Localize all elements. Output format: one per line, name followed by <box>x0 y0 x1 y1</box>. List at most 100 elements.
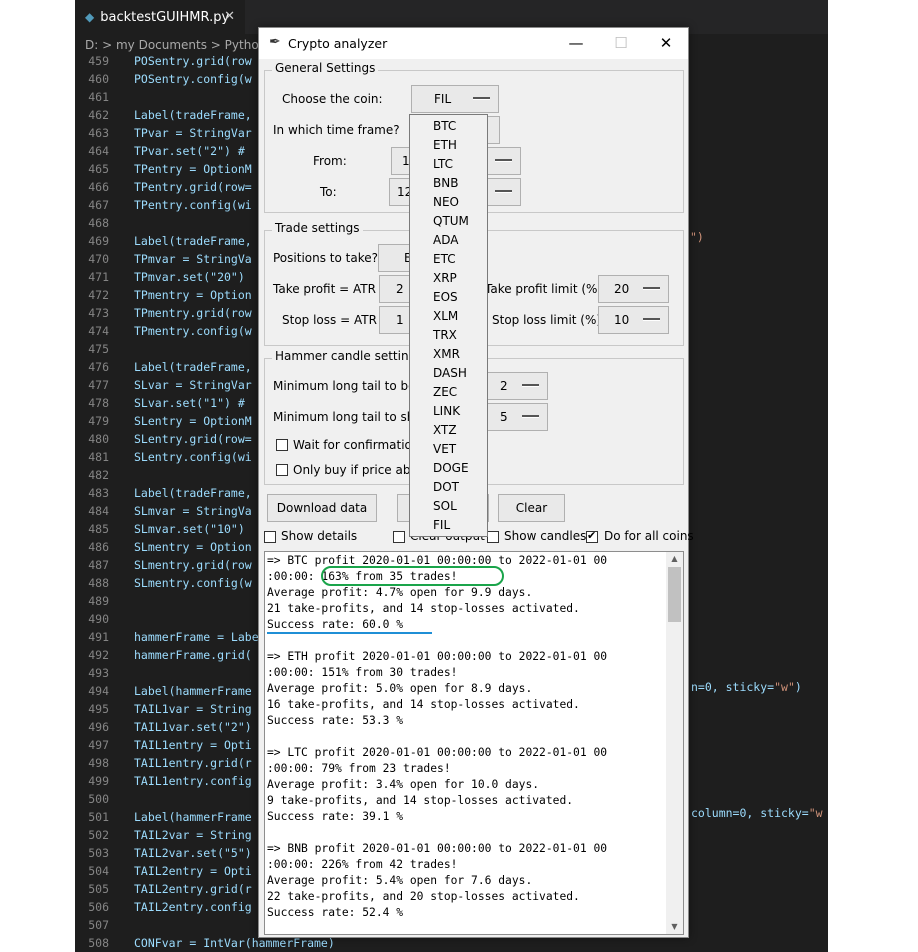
code-text: Label(tradeFrame, <box>134 486 252 500</box>
tail-short-select[interactable]: 5 <box>487 403 548 431</box>
code-text: SLmvar.set("10") <box>134 522 245 536</box>
coin-menu-item[interactable]: XTZ <box>410 421 487 440</box>
positions-select[interactable]: B <box>378 244 412 272</box>
coin-menu-item[interactable]: ETH <box>410 136 487 155</box>
line-number: 476 <box>88 360 109 374</box>
output-line: Success rate: 53.3 % <box>267 714 404 727</box>
coin-menu-item[interactable]: DOGE <box>410 459 487 478</box>
editor-tab[interactable]: ◆ backtestGUIHMR.py ✕ <box>75 0 245 34</box>
stop-loss-label: Stop loss = ATR * <box>282 313 387 327</box>
trade-settings-title: Trade settings <box>272 221 363 235</box>
code-line: 491 hammerFrame = Labe <box>75 628 258 646</box>
line-number: 462 <box>88 108 109 122</box>
coin-menu-item[interactable]: LTC <box>410 155 487 174</box>
code-line: 505 TAIL2entry.grid(r <box>75 880 251 898</box>
code-line: 482 <box>75 466 109 484</box>
line-number: 478 <box>88 396 109 410</box>
maximize-button[interactable]: ☐ <box>598 28 644 59</box>
only-buy-label: Only buy if price abov <box>293 463 425 477</box>
coin-menu-item[interactable]: DOT <box>410 478 487 497</box>
coin-menu-item[interactable]: FIL <box>410 516 487 535</box>
coin-menu-item[interactable]: XMR <box>410 345 487 364</box>
line-number: 460 <box>88 72 109 86</box>
output-line: => BNB profit 2020-01-01 00:00:00 to 202… <box>267 842 608 855</box>
coin-menu-item[interactable]: XRP <box>410 269 487 288</box>
clear-output-checkbox[interactable] <box>393 531 405 543</box>
coin-menu-item[interactable]: ETC <box>410 250 487 269</box>
line-number: 465 <box>88 162 109 176</box>
code-fragment: n=0, sticky="w") <box>691 680 802 694</box>
coin-menu-item[interactable]: ADA <box>410 231 487 250</box>
output-textbox[interactable]: => BTC profit 2020-01-01 00:00:00 to 202… <box>264 551 684 935</box>
code-line: 471 TPmvar.set("20") <box>75 268 245 286</box>
code-line: 463 TPvar = StringVar <box>75 124 251 142</box>
title-bar[interactable]: ✒ Crypto analyzer — ☐ ✕ <box>259 28 688 59</box>
take-profit-label: Take profit = ATR * <box>273 282 386 296</box>
code-text: POSentry.grid(row <box>134 54 252 68</box>
coin-menu-item[interactable]: BNB <box>410 174 487 193</box>
all-coins-checkbox[interactable] <box>586 529 598 543</box>
coin-menu-item[interactable]: EOS <box>410 288 487 307</box>
coin-menu-item[interactable]: LINK <box>410 402 487 421</box>
code-text: SLentry = OptionM <box>134 414 252 428</box>
coin-menu-item[interactable]: ZEC <box>410 383 487 402</box>
line-number: 502 <box>88 828 109 842</box>
wait-confirmation-checkbox[interactable] <box>276 439 288 451</box>
take-profit-limit-select[interactable]: 20 <box>598 275 669 303</box>
line-number: 490 <box>88 612 109 626</box>
scroll-down-icon[interactable]: ▼ <box>666 920 683 934</box>
code-line: 497 TAIL1entry = Opti <box>75 736 251 754</box>
coin-menu-item[interactable]: VET <box>410 440 487 459</box>
code-line: 489 <box>75 592 109 610</box>
line-number: 481 <box>88 450 109 464</box>
code-line: 478 SLvar.set("1") # <box>75 394 245 412</box>
show-candles-label: Show candles <box>504 529 587 543</box>
output-line: :00:00: 226% from 42 trades! <box>267 858 458 871</box>
code-text: TAIL2entry.grid(r <box>134 882 252 896</box>
line-number: 483 <box>88 486 109 500</box>
scroll-up-icon[interactable]: ▲ <box>666 552 683 566</box>
line-number: 491 <box>88 630 109 644</box>
show-candles-checkbox[interactable] <box>487 531 499 543</box>
code-line: 477 SLvar = StringVar <box>75 376 251 394</box>
code-line: 461 <box>75 88 109 106</box>
code-text: TAIL1var.set("2") <box>134 720 252 734</box>
coin-menu-item[interactable]: BTC <box>410 117 487 136</box>
download-data-button[interactable]: Download data <box>267 494 377 522</box>
line-number: 461 <box>88 90 109 104</box>
line-number: 493 <box>88 666 109 680</box>
tail-body-select[interactable]: 2 <box>487 372 548 400</box>
coin-select[interactable]: FIL <box>411 85 499 113</box>
code-line: 500 <box>75 790 109 808</box>
code-text: SLmentry.config(w <box>134 576 252 590</box>
coin-menu-item[interactable]: QTUM <box>410 212 487 231</box>
output-scrollbar[interactable]: ▲ ▼ <box>666 552 683 934</box>
hammer-settings-title: Hammer candle settings <box>272 349 426 363</box>
coin-menu-item[interactable]: SOL <box>410 497 487 516</box>
stop-loss-limit-select[interactable]: 10 <box>598 306 669 334</box>
clear-button[interactable]: Clear <box>498 494 565 522</box>
line-number: 488 <box>88 576 109 590</box>
code-line: 486 SLmentry = Option <box>75 538 251 556</box>
only-buy-checkbox[interactable] <box>276 464 288 476</box>
stop-loss-select[interactable]: 1 <box>379 306 412 334</box>
coin-menu-item[interactable]: NEO <box>410 193 487 212</box>
scroll-thumb[interactable] <box>668 567 681 622</box>
coin-menu-item[interactable]: DASH <box>410 364 487 383</box>
minimize-button[interactable]: — <box>553 28 599 59</box>
code-line: 507 <box>75 916 109 934</box>
code-text: TAIL1entry.config <box>134 774 252 788</box>
take-profit-limit-label: Take profit limit (%): <box>485 282 607 296</box>
close-button[interactable]: ✕ <box>643 28 689 59</box>
code-text: TPvar.set("2") # <box>134 144 245 158</box>
timeframe-select[interactable] <box>487 116 500 144</box>
code-line: 473 TPmentry.grid(row <box>75 304 251 322</box>
line-number: 496 <box>88 720 109 734</box>
take-profit-select[interactable]: 2 <box>379 275 412 303</box>
show-details-checkbox[interactable] <box>264 531 276 543</box>
wait-confirmation-label: Wait for confirmation <box>293 438 420 452</box>
close-tab-icon[interactable]: ✕ <box>224 0 235 34</box>
line-number: 485 <box>88 522 109 536</box>
coin-menu-item[interactable]: TRX <box>410 326 487 345</box>
coin-menu-item[interactable]: XLM <box>410 307 487 326</box>
